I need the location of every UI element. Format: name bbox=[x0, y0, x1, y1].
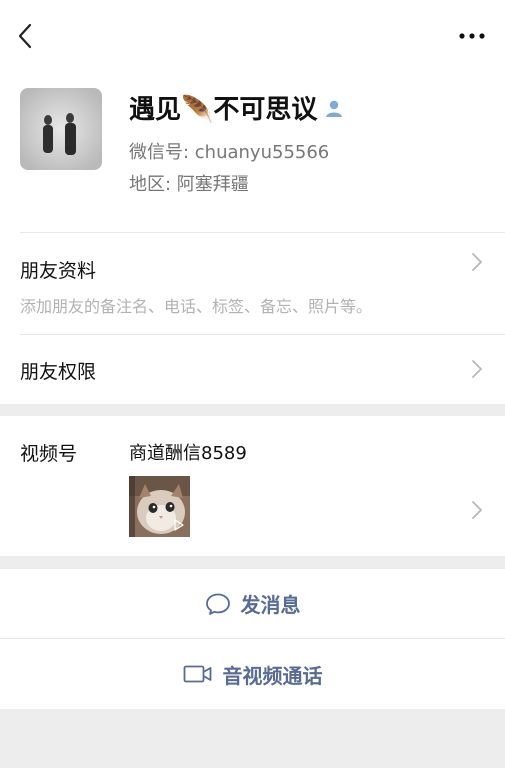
send-message-label: 发消息 bbox=[240, 593, 301, 617]
person-icon bbox=[326, 100, 343, 117]
channels-row[interactable]: 视频号 商道酬信8589 bbox=[0, 416, 505, 556]
top-bar bbox=[0, 0, 505, 72]
play-icon bbox=[174, 519, 184, 531]
friend-permissions-title: 朋友权限 bbox=[20, 361, 97, 383]
divider bbox=[20, 334, 505, 335]
avatar[interactable] bbox=[20, 88, 102, 170]
friend-permissions-row[interactable]: 朋友权限 bbox=[0, 334, 505, 404]
more-dots-icon[interactable] bbox=[457, 26, 487, 46]
chevron-right-icon bbox=[472, 360, 482, 378]
divider bbox=[20, 232, 505, 233]
friend-info-title: 朋友资料 bbox=[20, 260, 97, 282]
video-camera-icon bbox=[183, 665, 211, 683]
video-call-button[interactable]: 音视频通话 bbox=[0, 639, 505, 709]
back-chevron-icon[interactable] bbox=[14, 22, 38, 50]
chat-bubble-icon bbox=[205, 593, 230, 615]
friend-info-row[interactable]: 朋友资料 添加朋友的备注名、电话、标签、备忘、照片等。 bbox=[0, 232, 505, 334]
profile-name: 遇见🪶不可思议 bbox=[129, 94, 318, 125]
region: 地区: 阿塞拜疆 bbox=[129, 174, 249, 195]
channel-thumbnail[interactable] bbox=[129, 476, 190, 537]
profile-card: 遇见🪶不可思议 微信号: chuanyu55566 地区: 阿塞拜疆 bbox=[0, 72, 505, 232]
send-message-button[interactable]: 发消息 bbox=[0, 569, 505, 638]
avatar-image bbox=[20, 88, 102, 170]
friend-info-subtitle: 添加朋友的备注名、电话、标签、备忘、照片等。 bbox=[20, 297, 373, 316]
wechat-id: 微信号: chuanyu55566 bbox=[129, 142, 330, 163]
chevron-right-icon bbox=[472, 501, 482, 519]
channel-name: 商道酬信8589 bbox=[129, 443, 247, 464]
video-call-label: 音视频通话 bbox=[222, 663, 323, 688]
name-row: 遇见🪶不可思议 bbox=[129, 90, 345, 125]
chevron-right-icon bbox=[472, 253, 482, 271]
channels-label: 视频号 bbox=[20, 443, 78, 465]
